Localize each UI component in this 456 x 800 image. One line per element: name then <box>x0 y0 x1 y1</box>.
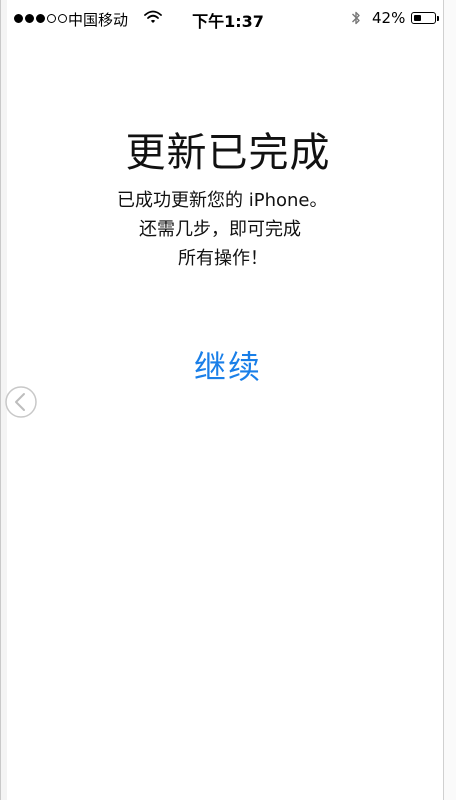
battery-percentage: 42% <box>372 9 406 27</box>
continue-button[interactable]: 继续 <box>0 342 456 388</box>
battery-tip <box>437 16 439 21</box>
update-message: 已成功更新您的 iPhone。 还需几步，即可完成 所有操作！ <box>0 186 456 273</box>
message-line: 已成功更新您的 iPhone。 <box>117 190 328 211</box>
page-title: 更新已完成 <box>125 130 331 176</box>
circle-chevron-left-icon[interactable] <box>4 385 38 419</box>
message-line: 还需几步，即可完成 <box>139 219 301 240</box>
battery-icon <box>411 12 436 24</box>
setup-screen: 中国移动 下午1:37 42% 更新已完成 已成功更新您的 iPhone。 还需… <box>0 0 456 800</box>
battery-fill <box>413 14 422 21</box>
message-line: 所有操作！ <box>178 248 268 269</box>
bluetooth-icon <box>352 11 360 25</box>
status-bar: 中国移动 下午1:37 42% <box>0 0 456 38</box>
